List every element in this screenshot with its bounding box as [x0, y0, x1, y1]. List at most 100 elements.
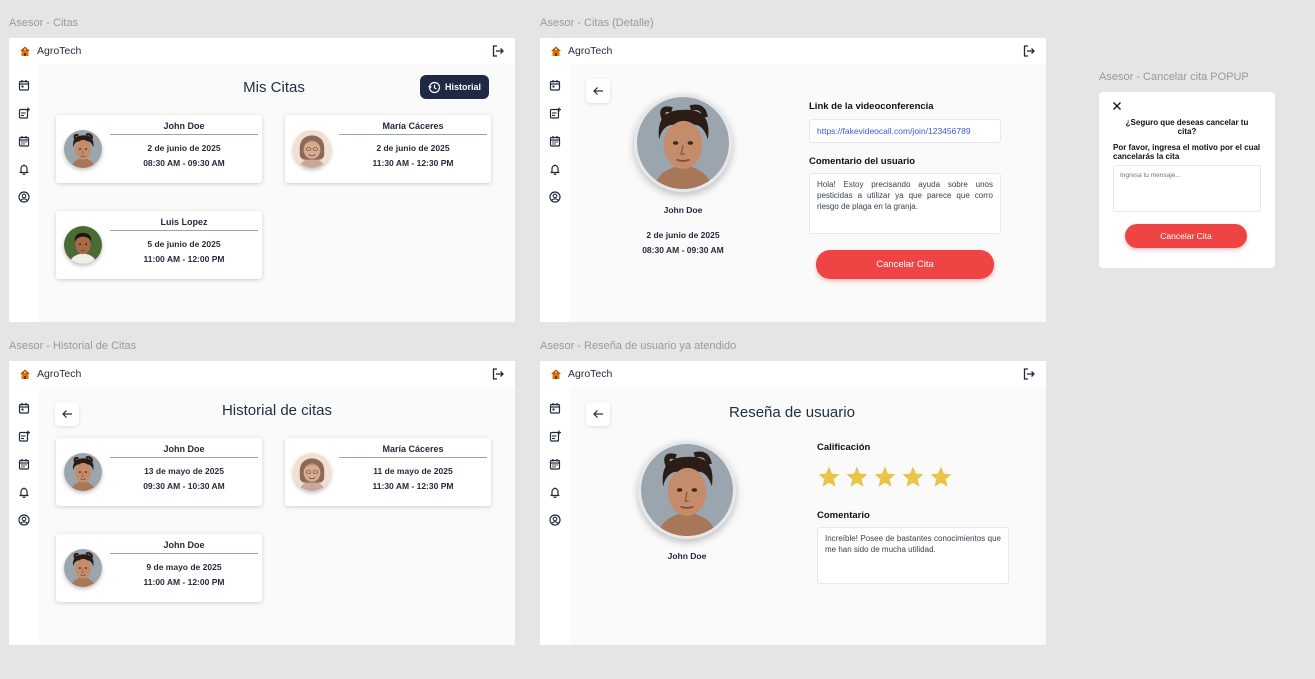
- card-time: 09:30 AM - 10:30 AM: [143, 481, 225, 491]
- avatar: [64, 453, 102, 491]
- back-button[interactable]: [586, 402, 610, 426]
- user-circle-icon[interactable]: [549, 191, 561, 203]
- user-circle-icon[interactable]: [549, 514, 561, 526]
- sidebar: [540, 387, 570, 645]
- topbar: AgroTech: [9, 361, 515, 387]
- star-rating: [817, 465, 957, 491]
- logout-icon[interactable]: [491, 367, 505, 381]
- card-date: 11 de mayo de 2025: [373, 466, 453, 476]
- page-title: Mis Citas: [243, 79, 305, 96]
- logout-icon[interactable]: [491, 44, 505, 58]
- card-date: 2 de junio de 2025: [147, 143, 221, 153]
- calendar-grid-icon[interactable]: [18, 135, 30, 147]
- star-icon: [846, 466, 868, 487]
- calendar-grid-icon[interactable]: [549, 458, 561, 470]
- bell-icon[interactable]: [18, 163, 30, 175]
- comment-label: Comentario del usuario: [809, 156, 916, 167]
- history-icon: [428, 81, 441, 93]
- appointment-card[interactable]: María Cáceres 11 de mayo de 2025 11:30 A…: [285, 438, 491, 506]
- back-button[interactable]: [55, 402, 79, 426]
- appointment-date: 2 de junio de 2025: [646, 230, 720, 240]
- user-circle-icon[interactable]: [18, 514, 30, 526]
- appointment-card[interactable]: John Doe 13 de mayo de 2025 09:30 AM - 1…: [56, 438, 262, 506]
- sidebar: [540, 64, 570, 322]
- user-avatar: [638, 441, 736, 539]
- rating-label: Calificación: [817, 442, 871, 453]
- bell-icon[interactable]: [18, 486, 30, 498]
- agrotech-logo-icon: [20, 369, 30, 379]
- card-name: John Doe: [110, 540, 258, 554]
- back-button[interactable]: [586, 79, 610, 103]
- cancel-reason-input[interactable]: [1113, 165, 1261, 212]
- brand-name: AgroTech: [37, 45, 82, 57]
- calendar-icon[interactable]: [18, 79, 30, 91]
- frame-detalle: AgroTech John Doe 2 de junio de 2025 08:…: [540, 38, 1046, 322]
- user-comment: Hola! Estoy precisando ayuda sobre unos …: [809, 173, 1001, 234]
- bell-icon[interactable]: [549, 163, 561, 175]
- topbar: AgroTech: [540, 38, 1046, 64]
- user-name: John Doe: [663, 205, 703, 215]
- frame-label-historial: Asesor - Historial de Citas: [9, 340, 137, 352]
- brand-name: AgroTech: [37, 368, 82, 380]
- card-date: 2 de junio de 2025: [376, 143, 450, 153]
- historial-button[interactable]: Historial: [420, 75, 489, 99]
- card-time: 11:00 AM - 12:00 PM: [143, 254, 225, 264]
- frame-label-citas: Asesor - Citas: [9, 17, 79, 29]
- frame-label-resena: Asesor - Reseña de usuario ya atendido: [540, 340, 737, 352]
- topbar: AgroTech: [9, 38, 515, 64]
- calendar-icon[interactable]: [18, 402, 30, 414]
- avatar: [64, 549, 102, 587]
- bell-icon[interactable]: [549, 486, 561, 498]
- popup-question: ¿Seguro que deseas cancelar tu cita?: [1125, 118, 1249, 137]
- review-comment: Increíble! Posee de bastantes conocimien…: [817, 527, 1009, 584]
- calendar-grid-icon[interactable]: [549, 135, 561, 147]
- calendar-add-icon[interactable]: [549, 430, 561, 442]
- frame-historial: AgroTech Historial de citas John Doe 13 …: [9, 361, 515, 645]
- link-label: Link de la videoconferencia: [809, 101, 934, 112]
- logout-icon[interactable]: [1022, 44, 1036, 58]
- card-name: María Cáceres: [339, 121, 487, 135]
- user-circle-icon[interactable]: [18, 191, 30, 203]
- brand-name: AgroTech: [568, 45, 613, 57]
- appointment-card[interactable]: María Cáceres 2 de junio de 2025 11:30 A…: [285, 115, 491, 183]
- popup-cancel-button[interactable]: Cancelar Cita: [1125, 224, 1247, 248]
- star-icon: [930, 466, 952, 487]
- calendar-icon[interactable]: [549, 402, 561, 414]
- frame-resena: AgroTech Reseña de usuario John Doe Cali…: [540, 361, 1046, 645]
- sidebar: [9, 387, 39, 645]
- card-name: María Cáceres: [339, 444, 487, 458]
- card-name: John Doe: [110, 444, 258, 458]
- frame-citas: AgroTech Mis Citas Historial John Doe 2 …: [9, 38, 515, 322]
- avatar: [293, 453, 331, 491]
- close-icon[interactable]: [1112, 101, 1122, 111]
- appointment-card[interactable]: John Doe 2 de junio de 2025 08:30 AM - 0…: [56, 115, 262, 183]
- calendar-grid-icon[interactable]: [18, 458, 30, 470]
- calendar-icon[interactable]: [549, 79, 561, 91]
- star-icon: [902, 466, 924, 487]
- cancel-appointment-button[interactable]: Cancelar Cita: [816, 250, 994, 279]
- appointment-card[interactable]: Luis Lopez 5 de junio de 2025 11:00 AM -…: [56, 211, 262, 279]
- arrow-left-icon: [62, 409, 73, 419]
- popup-hint: Por favor, ingresa el motivo por el cual…: [1113, 143, 1261, 162]
- card-time: 11:00 AM - 12:00 PM: [143, 577, 225, 587]
- frame-label-popup: Asesor - Cancelar cita POPUP: [1099, 71, 1249, 83]
- historial-button-label: Historial: [444, 82, 481, 92]
- calendar-add-icon[interactable]: [18, 107, 30, 119]
- cancel-popup: ¿Seguro que deseas cancelar tu cita? Por…: [1099, 92, 1275, 268]
- logout-icon[interactable]: [1022, 367, 1036, 381]
- calendar-add-icon[interactable]: [549, 107, 561, 119]
- arrow-left-icon: [593, 86, 604, 96]
- card-time: 11:30 AM - 12:30 PM: [372, 481, 454, 491]
- card-name: John Doe: [110, 121, 258, 135]
- brand-name: AgroTech: [568, 368, 613, 380]
- calendar-add-icon[interactable]: [18, 430, 30, 442]
- agrotech-logo-icon: [551, 369, 561, 379]
- appointment-card[interactable]: John Doe 9 de mayo de 2025 11:00 AM - 12…: [56, 534, 262, 602]
- page-title: Historial de citas: [221, 402, 333, 419]
- avatar: [64, 130, 102, 168]
- card-date: 5 de junio de 2025: [147, 239, 221, 249]
- frame-label-detalle: Asesor - Citas (Detalle): [540, 17, 654, 29]
- videocall-link[interactable]: https://fakevideocall.com/join/123456789: [809, 119, 1001, 143]
- user-avatar: [634, 94, 732, 192]
- arrow-left-icon: [593, 409, 604, 419]
